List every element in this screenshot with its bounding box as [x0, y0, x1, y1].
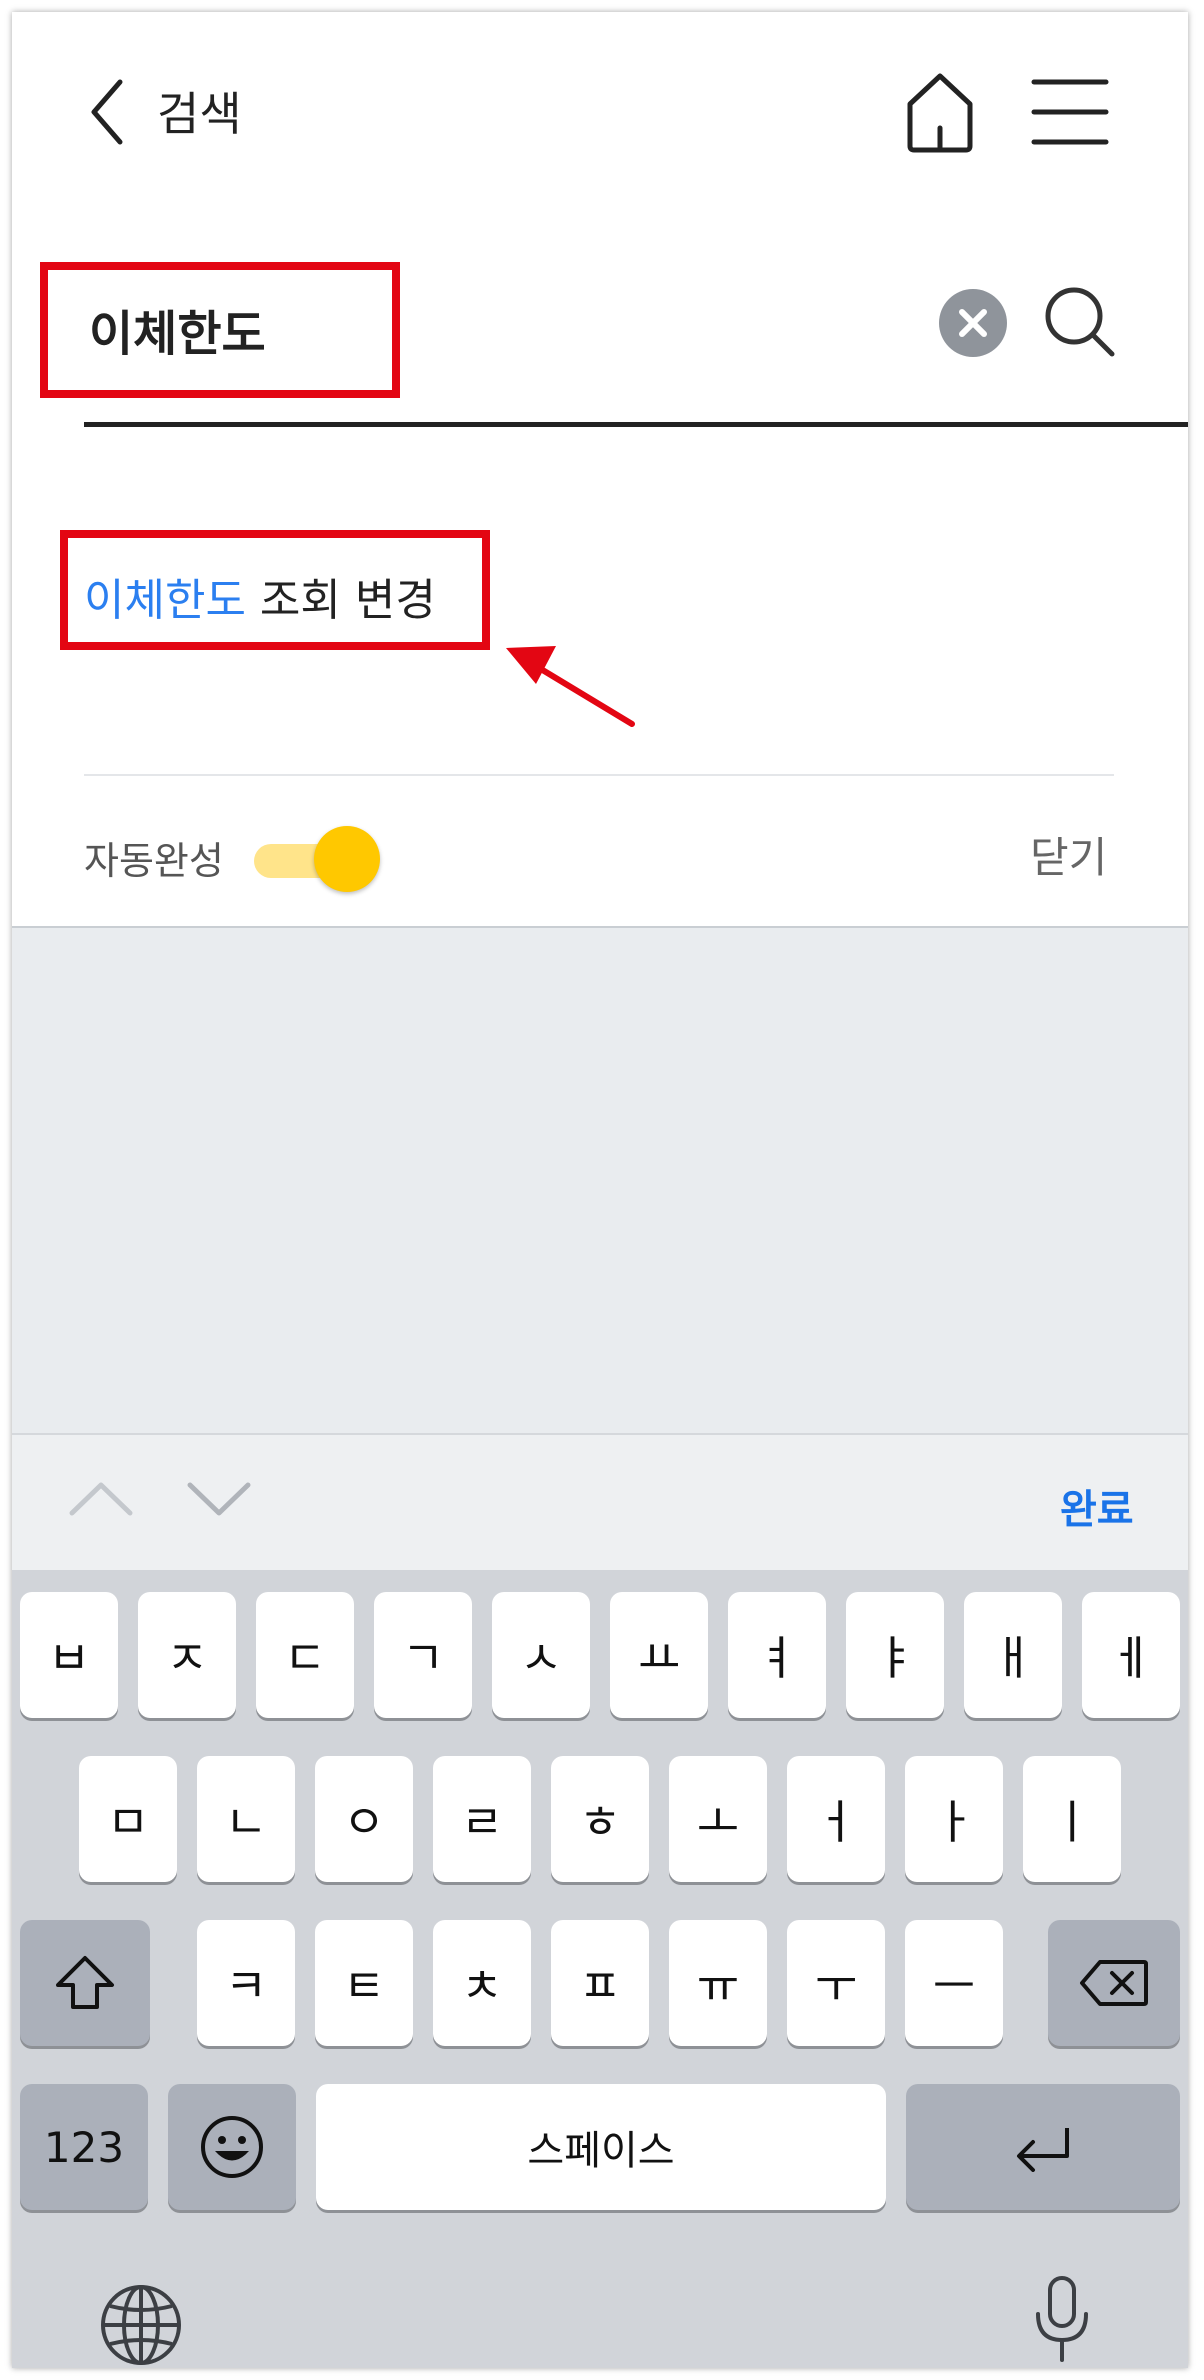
emoji-smiley-icon: [201, 2116, 263, 2178]
chevron-up-icon: [69, 1482, 133, 1516]
toggle-knob: [314, 826, 380, 892]
backspace-icon: [1080, 1960, 1148, 2006]
chevron-left-icon: [91, 79, 123, 145]
key[interactable]: ㅁ: [79, 1756, 177, 1882]
home-icon: [907, 73, 973, 153]
home-button[interactable]: [900, 66, 980, 156]
microphone-icon: [1036, 2276, 1088, 2362]
key[interactable]: ㅜ: [787, 1920, 885, 2046]
background-area: [12, 928, 1188, 1433]
key[interactable]: ㅗ: [669, 1756, 767, 1882]
autocomplete-label: 자동완성: [84, 839, 224, 883]
korean-keyboard: ㅂ ㅈ ㄷ ㄱ ㅅ ㅛ ㅕ ㅑ ㅐ ㅔ ㅁ ㄴ ㅇ ㄹ ㅎ ㅗ ㅓ ㅏ ㅣ ㅋ …: [12, 1570, 1188, 2368]
phone-screen: 검색 이체한도 이체한도 조회 변경 자동완성 닫기 완료 ㅂ ㅈ ㄷ ㄱ ㅅ …: [12, 12, 1188, 2368]
search-button[interactable]: [1040, 282, 1120, 362]
key[interactable]: ㅋ: [197, 1920, 295, 2046]
shift-key[interactable]: [20, 1920, 150, 2046]
key[interactable]: ㄴ: [197, 1756, 295, 1882]
key[interactable]: ㅂ: [20, 1592, 118, 1718]
search-underline: [84, 422, 1188, 427]
clear-search-button[interactable]: [939, 289, 1007, 357]
highlight-box-search: [40, 262, 400, 398]
key[interactable]: ㄱ: [374, 1592, 472, 1718]
key[interactable]: ㅊ: [433, 1920, 531, 2046]
numbers-key[interactable]: 123: [20, 2084, 148, 2210]
key[interactable]: ㅏ: [905, 1756, 1003, 1882]
next-field-button[interactable]: [184, 1469, 254, 1529]
return-key[interactable]: [906, 2084, 1180, 2210]
key[interactable]: ㅔ: [1082, 1592, 1180, 1718]
globe-icon: [101, 2285, 181, 2365]
key[interactable]: ㄷ: [256, 1592, 354, 1718]
backspace-key[interactable]: [1048, 1920, 1180, 2046]
key[interactable]: ㅠ: [669, 1920, 767, 2046]
key[interactable]: ㅐ: [964, 1592, 1062, 1718]
keyboard-accessory-bar: 완료: [12, 1433, 1188, 1570]
back-button[interactable]: [82, 72, 132, 152]
key[interactable]: ㅕ: [728, 1592, 826, 1718]
key[interactable]: ㅌ: [315, 1920, 413, 2046]
shift-arrow-icon: [56, 1956, 114, 2009]
key[interactable]: ㄹ: [433, 1756, 531, 1882]
app-header: 검색: [12, 12, 1188, 202]
done-button[interactable]: 완료: [1060, 1477, 1134, 1535]
key[interactable]: ㅇ: [315, 1756, 413, 1882]
highlight-box-suggestion: [60, 530, 490, 650]
key[interactable]: ㅡ: [905, 1920, 1003, 2046]
key[interactable]: ㅓ: [787, 1756, 885, 1882]
globe-button[interactable]: [96, 2280, 186, 2368]
autocomplete-toggle[interactable]: [254, 824, 384, 894]
dictation-button[interactable]: [1022, 2270, 1102, 2368]
return-arrow-icon: [1017, 2128, 1069, 2172]
magnifier-icon: [1045, 287, 1115, 357]
key[interactable]: ㅎ: [551, 1756, 649, 1882]
menu-button[interactable]: [1030, 72, 1110, 152]
hamburger-menu-icon: [1031, 79, 1109, 145]
clear-x-icon: [959, 309, 987, 337]
page-title: 검색: [157, 87, 242, 141]
key[interactable]: ㅣ: [1023, 1756, 1121, 1882]
key[interactable]: ㅑ: [846, 1592, 944, 1718]
key[interactable]: ㅈ: [138, 1592, 236, 1718]
divider: [84, 774, 1114, 776]
key[interactable]: ㅛ: [610, 1592, 708, 1718]
key[interactable]: ㅍ: [551, 1920, 649, 2046]
red-arrow-icon: [506, 646, 635, 727]
previous-field-button[interactable]: [66, 1469, 136, 1529]
close-button[interactable]: 닫기: [1030, 824, 1107, 885]
key[interactable]: ㅅ: [492, 1592, 590, 1718]
space-key[interactable]: 스페이스: [316, 2084, 886, 2210]
chevron-down-icon: [187, 1482, 251, 1516]
emoji-key[interactable]: [168, 2084, 296, 2210]
